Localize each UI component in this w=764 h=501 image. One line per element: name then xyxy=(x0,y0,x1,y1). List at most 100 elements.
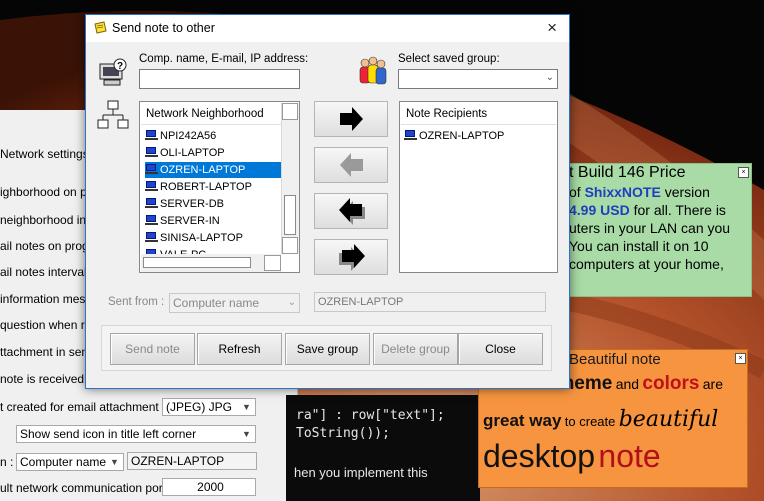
add-all-recipients-button[interactable] xyxy=(314,239,388,275)
computer-icon xyxy=(145,147,158,157)
settings-label: n : xyxy=(0,455,14,469)
saved-group-select[interactable]: ⌄ xyxy=(398,69,558,89)
name-type-select[interactable]: Computer name ▼ xyxy=(16,453,124,471)
remove-recipient-button[interactable] xyxy=(314,147,388,183)
arrow-left-icon xyxy=(340,153,363,177)
settings-label: Network settings xyxy=(0,147,89,161)
computer-icon xyxy=(145,130,158,140)
computer-name-value: OZREN-LAPTOP xyxy=(131,454,225,468)
chevron-down-icon: ⌄ xyxy=(545,72,554,83)
code-line: hen you implement this xyxy=(294,465,428,480)
send-note-button[interactable]: Send note xyxy=(110,333,195,365)
chevron-down-icon: ▼ xyxy=(242,429,251,439)
code-line: ra"] : row["text"]; xyxy=(296,408,445,423)
code-line: ToString()); xyxy=(296,426,390,441)
list-item[interactable]: ROBERT-LAPTOP xyxy=(145,179,254,195)
port-field[interactable]: 2000 xyxy=(162,478,256,496)
chevron-down-icon: ▼ xyxy=(242,402,251,412)
dialog-title: Send note to other xyxy=(112,21,215,35)
remove-all-recipients-button[interactable] xyxy=(314,193,388,229)
computer-icon xyxy=(404,130,417,140)
network-icon xyxy=(97,100,129,129)
settings-label: t created for email attachment : xyxy=(0,400,166,414)
note-line: You can install it on 10 xyxy=(569,238,709,254)
sent-from-option: Computer name xyxy=(173,296,260,310)
sent-from-label: Sent from : xyxy=(108,296,165,308)
green-sticky-note[interactable]: t Build 146 Price × of ShixxNOTE version… xyxy=(568,163,752,297)
send-icon-value: Show send icon in title left corner xyxy=(20,427,197,441)
settings-label: note is received : xyxy=(0,372,91,386)
add-recipient-button[interactable] xyxy=(314,101,388,137)
settings-label: ail notes on prog xyxy=(0,239,89,253)
double-arrow-left-icon xyxy=(339,198,365,225)
sent-from-name-field[interactable]: OZREN-LAPTOP xyxy=(314,292,546,312)
close-icon[interactable]: × xyxy=(738,167,749,178)
note-line: desktop note xyxy=(483,438,661,474)
settings-label: ighborhood on pro xyxy=(0,185,98,199)
scroll-down-button[interactable] xyxy=(282,237,298,254)
list-item[interactable]: NPI242A56 xyxy=(145,128,218,144)
note-recipients-list[interactable]: Note Recipients OZREN-LAPTOP xyxy=(399,101,558,273)
settings-label: ail notes interval xyxy=(0,265,87,279)
sent-from-select[interactable]: Computer name ⌄ xyxy=(169,293,300,313)
port-value: 2000 xyxy=(197,480,224,494)
note-line: 4.99 USD for all. There is xyxy=(569,202,726,218)
settings-label: information messa xyxy=(0,292,99,306)
double-arrow-right-icon xyxy=(339,244,365,271)
computer-icon xyxy=(145,181,158,191)
attachment-format-value: (JPEG) JPG xyxy=(166,400,233,414)
list-item[interactable]: SERVER-DB xyxy=(145,196,226,212)
send-icon-select[interactable]: Show send icon in title left corner ▼ xyxy=(16,425,256,443)
scroll-up-button[interactable] xyxy=(282,103,298,120)
computer-name-field[interactable]: OZREN-LAPTOP xyxy=(127,452,257,470)
computer-icon xyxy=(145,198,158,208)
comp-address-label: Comp. name, E-mail, IP address: xyxy=(139,53,309,65)
scroll-right-button[interactable] xyxy=(264,255,281,271)
name-type-value: Computer name xyxy=(20,455,107,469)
delete-group-button[interactable]: Delete group xyxy=(373,333,458,365)
comp-address-input[interactable] xyxy=(139,69,300,89)
scroll-thumb[interactable] xyxy=(284,195,296,235)
settings-label: neighborhood inte xyxy=(0,213,97,227)
note-title: t Build 146 Price xyxy=(569,164,686,181)
save-group-button[interactable]: Save group xyxy=(285,333,370,365)
code-editor: ra"] : row["text"]; ToString()); hen you… xyxy=(286,395,480,501)
note-body: of ShixxNOTE version 4.99 USD for all. T… xyxy=(569,183,751,273)
list-item[interactable]: SERVER-IN xyxy=(145,213,222,229)
title-bar[interactable]: Send note to other × xyxy=(86,15,569,42)
list-item-selected[interactable]: OZREN-LAPTOP xyxy=(145,162,282,178)
refresh-label: Refresh xyxy=(218,342,261,356)
close-icon[interactable]: × xyxy=(547,18,557,38)
list-header: Note Recipients xyxy=(401,103,556,125)
refresh-button[interactable]: Refresh xyxy=(197,333,282,365)
send-note-dialog: Send note to other × ? Comp. name, E-mai… xyxy=(85,14,570,389)
attachment-format-select[interactable]: (JPEG) JPG ▼ xyxy=(162,398,256,416)
chevron-down-icon: ▼ xyxy=(110,457,119,467)
horizontal-scrollbar[interactable] xyxy=(141,254,281,272)
computer-help-icon: ? xyxy=(99,58,127,86)
scroll-thumb[interactable] xyxy=(143,257,251,268)
people-group-icon xyxy=(359,56,387,85)
close-button[interactable]: Close xyxy=(458,333,543,365)
note-app-icon xyxy=(94,21,107,34)
note-line: of ShixxNOTE version xyxy=(569,184,710,200)
recipient-item[interactable]: OZREN-LAPTOP xyxy=(404,128,506,144)
send-note-label: Send note xyxy=(125,342,180,356)
list-item[interactable]: OLI-LAPTOP xyxy=(145,145,227,161)
vertical-scrollbar[interactable] xyxy=(281,103,299,254)
computer-icon xyxy=(145,164,158,174)
note-line: great way to create beautiful xyxy=(483,407,719,432)
close-icon[interactable]: × xyxy=(735,353,746,364)
settings-label: question when re xyxy=(0,318,92,332)
arrow-right-icon xyxy=(340,107,363,131)
svg-text:?: ? xyxy=(117,61,123,72)
settings-label: ult network communication port : xyxy=(0,481,173,495)
note-line: computers at your home, xyxy=(569,256,724,272)
network-neighborhood-list[interactable]: Network Neighborhood NPI242A56 OLI-LAPTO… xyxy=(139,101,300,273)
settings-label: ttachment in sent xyxy=(0,345,92,359)
saved-group-label: Select saved group: xyxy=(398,53,500,65)
close-label: Close xyxy=(485,342,516,356)
computer-icon xyxy=(145,215,158,225)
save-group-label: Save group xyxy=(296,342,359,356)
list-item[interactable]: SINISA-LAPTOP xyxy=(145,230,245,246)
